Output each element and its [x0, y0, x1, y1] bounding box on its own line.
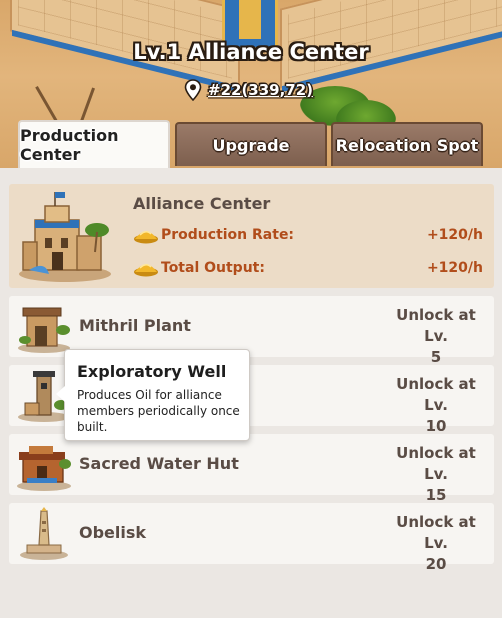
sacred-water-hut-icon — [17, 446, 71, 491]
production-rate-row: Production Rate: +120/h — [133, 224, 483, 246]
tooltip-description: Produces Oil for alliance members period… — [77, 388, 240, 434]
total-output-row: Total Output: +120/h — [133, 257, 483, 279]
obelisk-icon — [20, 507, 68, 560]
tooltip-title: Exploratory Well — [77, 362, 227, 381]
building-name: Obelisk — [79, 523, 147, 542]
unlock-requirement: Unlock at Lv. 20 — [386, 512, 486, 575]
unlock-requirement: Unlock at Lv. 5 — [386, 305, 486, 368]
tab-relocation-spot[interactable]: Relocation Spot — [331, 122, 483, 166]
production-rate-value: +120/h — [426, 227, 483, 243]
building-row-mithril-plant[interactable]: Mithril Plant Unlock at Lv. 5 — [9, 296, 494, 366]
tab-production-center[interactable]: Production Center — [18, 120, 170, 168]
unlock-label: Unlock at Lv. — [396, 306, 476, 345]
mithril-plant-icon — [18, 307, 70, 353]
tab-bar: Production Center Upgrade Relocation Spo… — [18, 120, 488, 168]
total-output-label: Total Output: — [161, 260, 265, 276]
location-pin-icon — [184, 79, 202, 101]
gold-pile-icon — [134, 231, 158, 244]
coordinates-text[interactable]: #22(339,72) — [208, 81, 313, 99]
building-name: Sacred Water Hut — [79, 454, 239, 473]
unlock-level: 20 — [425, 555, 447, 573]
unlock-label: Unlock at Lv. — [396, 513, 476, 552]
building-row-sacred-water-hut[interactable]: Sacred Water Hut Unlock at Lv. 15 — [9, 434, 494, 504]
unlock-label: Unlock at Lv. — [396, 375, 476, 414]
building-name: Mithril Plant — [79, 316, 191, 335]
production-rate-label: Production Rate: — [161, 227, 295, 243]
unlock-requirement: Unlock at Lv. 15 — [386, 443, 486, 506]
tab-upgrade[interactable]: Upgrade — [175, 122, 327, 166]
building-row-obelisk[interactable]: Obelisk Unlock at Lv. 20 — [9, 503, 494, 573]
unlock-requirement: Unlock at Lv. 10 — [386, 374, 486, 437]
featured-building-name: Alliance Center — [133, 194, 271, 213]
gold-pile-icon — [134, 264, 158, 277]
coordinates-link[interactable]: #22(339,72) — [184, 78, 313, 102]
building-tooltip: Exploratory Well Produces Oil for allian… — [56, 349, 250, 441]
page-title: Lv.1 Alliance Center — [133, 40, 369, 64]
alliance-center-icon — [19, 192, 111, 282]
total-output-value: +120/h — [426, 260, 483, 276]
featured-building-card: Alliance Center Production Rate: +120/h … — [9, 184, 494, 288]
unlock-label: Unlock at Lv. — [396, 444, 476, 483]
